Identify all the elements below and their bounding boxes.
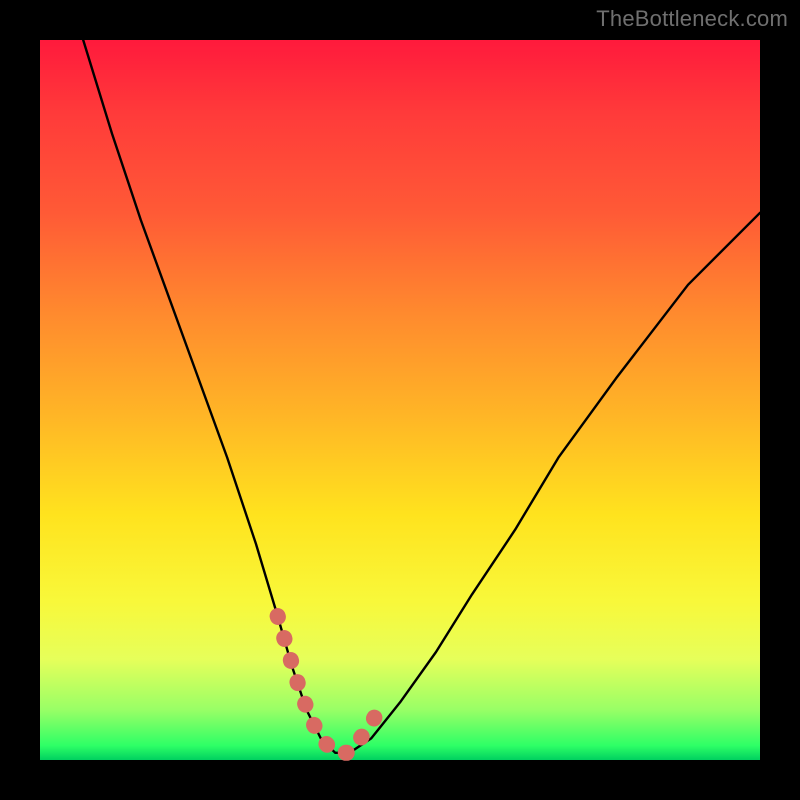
chart-svg	[40, 40, 760, 760]
plot-area	[40, 40, 760, 760]
bottleneck-curve	[83, 40, 760, 753]
highlight-band	[278, 616, 382, 753]
chart-frame: TheBottleneck.com	[0, 0, 800, 800]
watermark-text: TheBottleneck.com	[596, 6, 788, 32]
